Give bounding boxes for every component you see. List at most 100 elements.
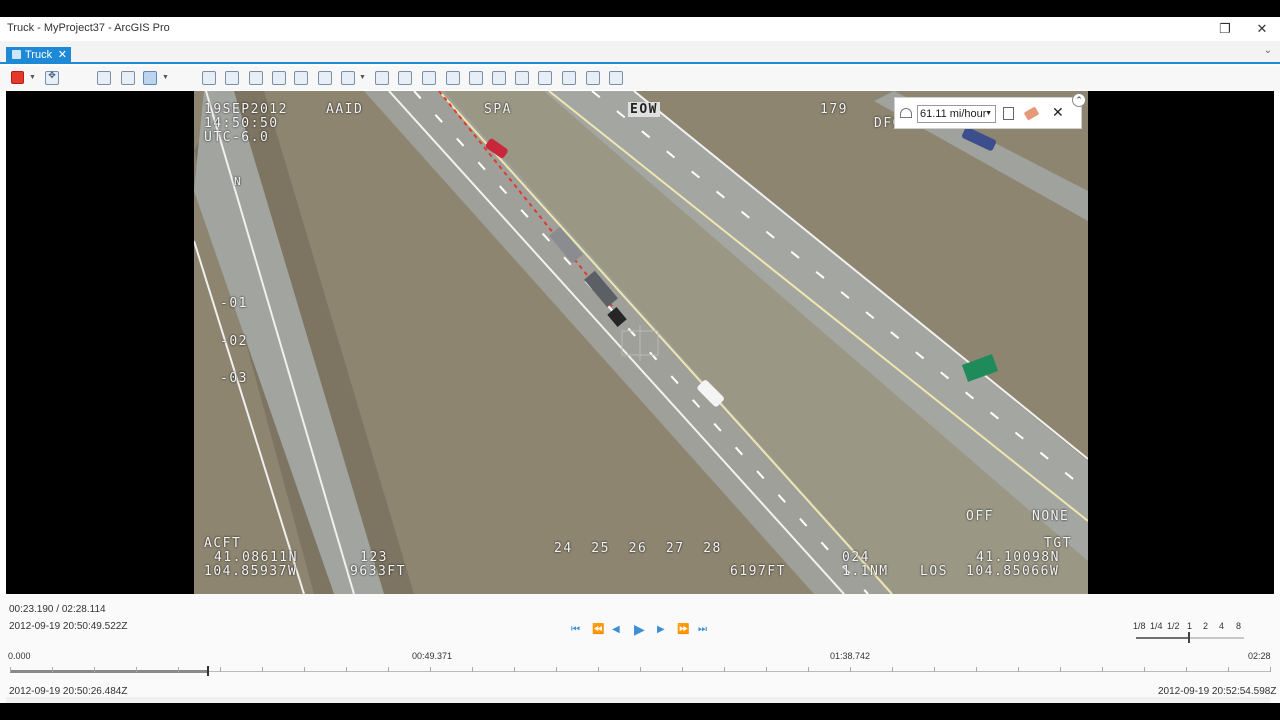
tool-icon[interactable]: [586, 71, 600, 85]
link-icon[interactable]: [294, 71, 308, 85]
step-back-icon[interactable]: ◀: [612, 624, 620, 635]
speed-select[interactable]: 61.11 mi/hour ▼: [917, 105, 996, 123]
pan-icon[interactable]: ✥: [45, 70, 59, 85]
timeline-tick: [598, 667, 599, 672]
tab-label: Truck: [25, 49, 53, 61]
frame-icon[interactable]: [341, 71, 355, 85]
select-icon[interactable]: [97, 71, 111, 85]
video-toolbar: ▼ ✥ ▼ ▼: [0, 66, 1280, 90]
rate-label[interactable]: 2: [1203, 621, 1208, 631]
horizontal-scrollbar[interactable]: [6, 697, 1270, 703]
overlay-none: NONE: [1032, 509, 1070, 524]
identify-icon[interactable]: [225, 71, 239, 85]
timeline-tick: [94, 667, 95, 672]
arrow-icon[interactable]: [272, 71, 286, 85]
step-forward-icon[interactable]: ▶: [657, 624, 665, 635]
eraser-icon[interactable]: [1023, 106, 1040, 121]
tool-icon[interactable]: [398, 71, 412, 85]
close-icon[interactable]: ✕: [1052, 104, 1064, 121]
restore-icon[interactable]: ❐: [1215, 20, 1235, 38]
speed-panel: 61.11 mi/hour ▼ ✕: [894, 97, 1082, 129]
video-player[interactable]: 19SEP2012 AAID SPA EOW 179 DFO 14:50:50 …: [6, 91, 1274, 594]
timeline-tick: [1102, 667, 1103, 672]
copy-icon[interactable]: [1003, 107, 1014, 120]
tab-truck[interactable]: Truck ✕: [6, 47, 71, 64]
timeline-tick: [1270, 667, 1271, 672]
title-bar: Truck - MyProject37 - ArcGIS Pro ❐ ✕: [0, 17, 1280, 41]
zoom-in-icon[interactable]: [202, 71, 216, 85]
play-icon[interactable]: ▶: [634, 621, 645, 638]
overlay-acft-lat: 41.08611N: [214, 550, 298, 565]
fast-forward-icon[interactable]: ⏩: [677, 624, 689, 635]
overlay-scale-01: -01: [220, 296, 248, 311]
timeline-tick: [136, 667, 137, 672]
chevron-down-icon: ▼: [985, 110, 992, 117]
rate-label[interactable]: 4: [1219, 621, 1224, 631]
tool-icon[interactable]: [469, 71, 483, 85]
tool-icon[interactable]: [492, 71, 506, 85]
overlay-aaid: AAID: [326, 102, 364, 117]
app-root: Truck - MyProject37 - ArcGIS Pro ❐ ✕ Tru…: [0, 0, 1280, 720]
tool-icon[interactable]: [609, 71, 623, 85]
current-timestamp: 2012-09-19 20:50:49.522Z: [9, 621, 128, 632]
chevron-down-icon[interactable]: ⌄: [1264, 45, 1272, 56]
timeline-playhead[interactable]: [207, 666, 209, 676]
current-time: 00:23.190 / 02:28.114: [9, 604, 106, 615]
overlay-heading: 179: [820, 102, 848, 117]
rate-label[interactable]: 1/2: [1167, 621, 1180, 631]
overlay-range: 1.1NM: [842, 564, 889, 579]
tool-icon[interactable]: [446, 71, 460, 85]
rate-label[interactable]: 8: [1236, 621, 1241, 631]
color-swatch-icon[interactable]: [11, 71, 24, 84]
overlay-tape: 24 25 26 27 28: [554, 541, 722, 556]
overlay-spa: SPA: [484, 102, 512, 117]
tab-bar: Truck ✕ ⌄: [0, 41, 1280, 64]
video-layer-icon: [12, 50, 21, 59]
overlay-acft-alt-num: 123: [360, 550, 388, 565]
chevron-down-icon[interactable]: ▼: [359, 74, 366, 81]
locate-icon[interactable]: [249, 71, 263, 85]
timeline-tick: [472, 667, 473, 672]
rate-label[interactable]: 1/4: [1150, 621, 1163, 631]
video-frame[interactable]: 19SEP2012 AAID SPA EOW 179 DFO 14:50:50 …: [194, 91, 1088, 594]
grid-icon[interactable]: [318, 71, 332, 85]
timeline-tick: [892, 667, 893, 672]
chevron-down-icon[interactable]: ▼: [162, 74, 169, 81]
timeline-tick: [1018, 667, 1019, 672]
chevron-up-icon[interactable]: ⌃: [1072, 93, 1086, 107]
end-timestamp: 2012-09-19 20:52:54.598Z: [1158, 686, 1277, 697]
zoom-to-icon[interactable]: [121, 71, 135, 85]
overlay-acft: ACFT: [204, 536, 242, 551]
overlay-acft-alt: 9633FT: [350, 564, 406, 579]
timeline-tick: [556, 667, 557, 672]
tab-close-icon[interactable]: ✕: [58, 47, 67, 64]
playback-timeline[interactable]: [10, 664, 1271, 676]
overlay-tgt-alt: 6197FT: [730, 564, 786, 579]
overlay-off: OFF: [966, 509, 994, 524]
rate-slider-thumb[interactable]: [1188, 632, 1190, 643]
close-icon[interactable]: ✕: [1252, 20, 1272, 38]
overlay-range-num: 024: [842, 550, 870, 565]
skip-to-start-icon[interactable]: ⏮: [571, 624, 580, 635]
timeline-label-2: 01:38.742: [830, 651, 871, 661]
tool-icon[interactable]: [562, 71, 576, 85]
overlay-scale-02: -02: [220, 334, 248, 349]
tool-icon[interactable]: [515, 71, 529, 85]
overlay-date: 19SEP2012: [204, 102, 288, 117]
rate-label[interactable]: 1: [1187, 621, 1192, 631]
timeline-tick: [220, 667, 221, 672]
tool-icon[interactable]: [538, 71, 552, 85]
timeline-tick: [388, 667, 389, 672]
capture-icon[interactable]: [375, 71, 389, 85]
timeline-tick: [850, 667, 851, 672]
timeline-label-1: 00:49.371: [412, 651, 453, 661]
measure-icon[interactable]: [143, 71, 157, 85]
window-title: Truck - MyProject37 - ArcGIS Pro: [7, 22, 170, 34]
chevron-down-icon[interactable]: ▼: [29, 74, 36, 81]
skip-to-end-icon[interactable]: ⏭: [698, 624, 707, 635]
tool-icon[interactable]: [422, 71, 436, 85]
rate-label[interactable]: 1/8: [1133, 621, 1146, 631]
rewind-icon[interactable]: ⏪: [592, 624, 604, 635]
timeline-tick: [976, 667, 977, 672]
playback-rate-slider[interactable]: [1136, 637, 1244, 639]
